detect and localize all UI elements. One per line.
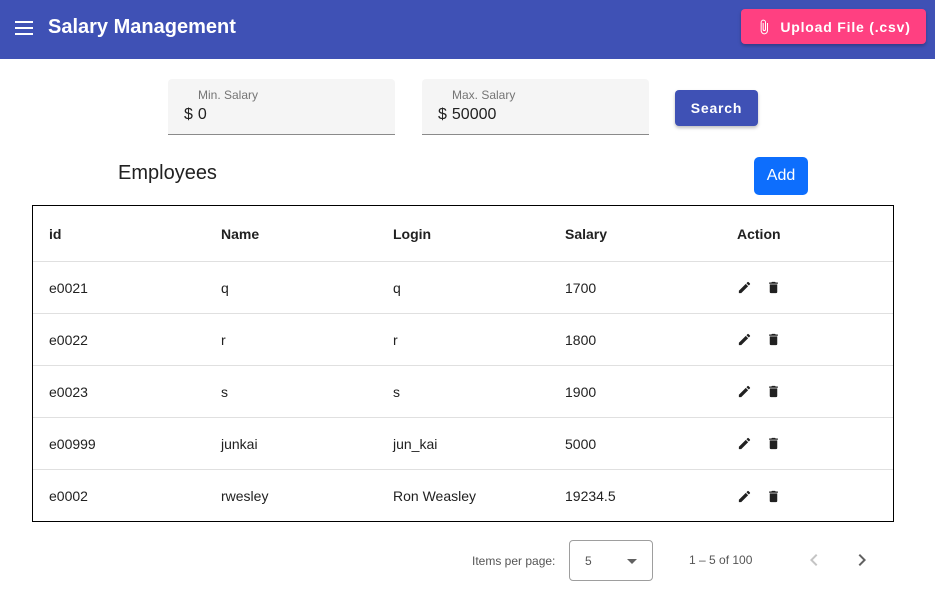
cell-id: e0021 (49, 279, 88, 296)
cell-salary: 1700 (565, 279, 597, 296)
header-salary: Salary (565, 225, 608, 242)
cell-login: Ron Weasley (393, 488, 477, 504)
app-title: Salary Management (48, 16, 236, 38)
pencil-icon[interactable] (737, 332, 752, 347)
upload-file-label: Upload File (.csv) (780, 18, 911, 35)
cell-id: e0023 (49, 383, 88, 400)
page-size-value: 5 (585, 554, 592, 568)
trash-icon[interactable] (766, 332, 781, 347)
cell-salary: 1900 (565, 383, 597, 400)
section-title: Employees (118, 162, 217, 184)
header-action: Action (737, 225, 781, 242)
min-salary-label: Min. Salary (198, 88, 259, 102)
row-actions (737, 314, 781, 365)
cell-login: r (393, 331, 398, 348)
max-salary-field[interactable]: Max. Salary $50000 (422, 79, 649, 135)
chevron-left-icon[interactable] (802, 548, 826, 572)
pencil-icon[interactable] (737, 384, 752, 399)
app-toolbar: Salary Management Upload File (.csv) (0, 0, 935, 59)
trash-icon[interactable] (766, 436, 781, 451)
trash-icon[interactable] (766, 280, 781, 295)
cell-salary: 19234.5 (565, 488, 616, 504)
search-button[interactable]: Search (675, 90, 758, 126)
table-row: e0002 rwesley Ron Weasley 19234.5 (33, 470, 893, 522)
items-per-page-label: Items per page: (472, 554, 556, 568)
page-range-label: 1 – 5 of 100 (689, 553, 753, 567)
cell-name: s (221, 383, 228, 400)
pencil-icon[interactable] (737, 280, 752, 295)
dropdown-arrow-icon (627, 559, 637, 564)
pencil-icon[interactable] (737, 489, 752, 504)
cell-salary: 1800 (565, 331, 597, 348)
table-row: e0022 r r 1800 (33, 314, 893, 366)
row-actions (737, 418, 781, 469)
max-salary-input[interactable]: 50000 (452, 106, 497, 124)
table-row: e0023 s s 1900 (33, 366, 893, 418)
cell-name: q (221, 279, 229, 296)
row-actions (737, 470, 781, 522)
cell-login: q (393, 279, 401, 296)
max-salary-prefix: $ (438, 106, 447, 123)
add-employee-button[interactable]: Add (754, 157, 808, 195)
table-row: e00999 junkai jun_kai 5000 (33, 418, 893, 470)
pencil-icon[interactable] (737, 436, 752, 451)
row-actions (737, 262, 781, 313)
table-row: e0021 q q 1700 (33, 262, 893, 314)
cell-salary: 5000 (565, 435, 597, 452)
cell-id: e00999 (49, 435, 96, 452)
chevron-right-icon[interactable] (850, 548, 874, 572)
cell-name: r (221, 331, 226, 348)
upload-file-button[interactable]: Upload File (.csv) (741, 9, 926, 44)
max-salary-label: Max. Salary (452, 88, 516, 102)
min-salary-field[interactable]: Min. Salary $0 (168, 79, 395, 135)
page-size-select[interactable]: 5 (569, 540, 653, 581)
cell-id: e0002 (49, 488, 88, 504)
cell-login: s (393, 383, 400, 400)
trash-icon[interactable] (766, 489, 781, 504)
cell-login: jun_kai (393, 435, 438, 452)
header-id: id (49, 225, 62, 242)
paperclip-icon (761, 19, 769, 34)
min-salary-input[interactable]: 0 (198, 106, 207, 124)
header-login: Login (393, 225, 432, 242)
min-salary-prefix: $ (184, 106, 193, 123)
row-actions (737, 366, 781, 417)
header-name: Name (221, 225, 260, 242)
cell-id: e0022 (49, 331, 88, 348)
cell-name: junkai (221, 435, 258, 452)
menu-icon[interactable] (12, 16, 36, 40)
trash-icon[interactable] (766, 384, 781, 399)
table-header-row: id Name Login Salary Action (33, 206, 893, 262)
cell-name: rwesley (221, 488, 269, 504)
employees-table: id Name Login Salary Action e0021 q q 17… (32, 205, 894, 522)
